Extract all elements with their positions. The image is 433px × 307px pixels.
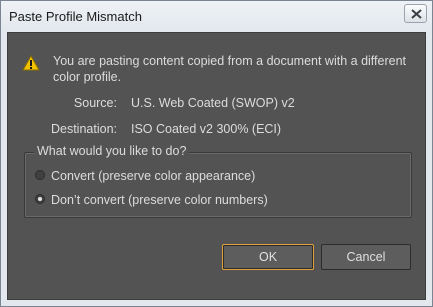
source-label: Source: bbox=[73, 96, 117, 110]
close-button[interactable] bbox=[404, 4, 427, 23]
warning-icon bbox=[22, 55, 40, 71]
options-group-legend: What would you like to do? bbox=[34, 144, 190, 158]
convert-radio[interactable] bbox=[35, 170, 45, 180]
ok-button[interactable]: OK bbox=[222, 244, 314, 270]
options-group bbox=[24, 152, 412, 218]
convert-option-label[interactable]: Convert (preserve color appearance) bbox=[51, 168, 255, 184]
title-bar[interactable]: Paste Profile Mismatch bbox=[1, 1, 432, 32]
source-value: U.S. Web Coated (SWOP) v2 bbox=[131, 96, 295, 110]
dont-convert-option-label[interactable]: Don’t convert (preserve color numbers) bbox=[51, 192, 268, 208]
window-title: Paste Profile Mismatch bbox=[9, 9, 142, 24]
destination-label: Destination: bbox=[50, 122, 117, 136]
dialog-window: Paste Profile Mismatch You are pasting c… bbox=[0, 0, 433, 307]
dont-convert-radio[interactable] bbox=[35, 194, 45, 204]
close-icon bbox=[411, 9, 422, 19]
dialog-body: You are pasting content copied from a do… bbox=[7, 32, 426, 300]
destination-value: ISO Coated v2 300% (ECI) bbox=[131, 122, 282, 136]
warning-message: You are pasting content copied from a do… bbox=[53, 54, 407, 84]
cancel-button[interactable]: Cancel bbox=[321, 244, 411, 270]
